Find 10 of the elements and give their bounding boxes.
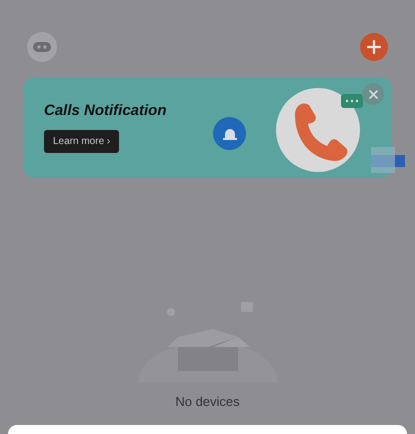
banner-title: Calls Notification bbox=[44, 102, 168, 118]
robot-icon bbox=[33, 42, 51, 52]
close-button[interactable] bbox=[362, 83, 384, 105]
alarm-icon bbox=[213, 117, 246, 150]
close-icon bbox=[368, 90, 378, 98]
add-button[interactable] bbox=[360, 32, 388, 60]
empty-message: No devices bbox=[175, 392, 240, 410]
avatar[interactable] bbox=[27, 32, 57, 62]
learn-more-button[interactable]: Learn more › bbox=[44, 130, 120, 152]
plus-icon bbox=[367, 40, 381, 54]
